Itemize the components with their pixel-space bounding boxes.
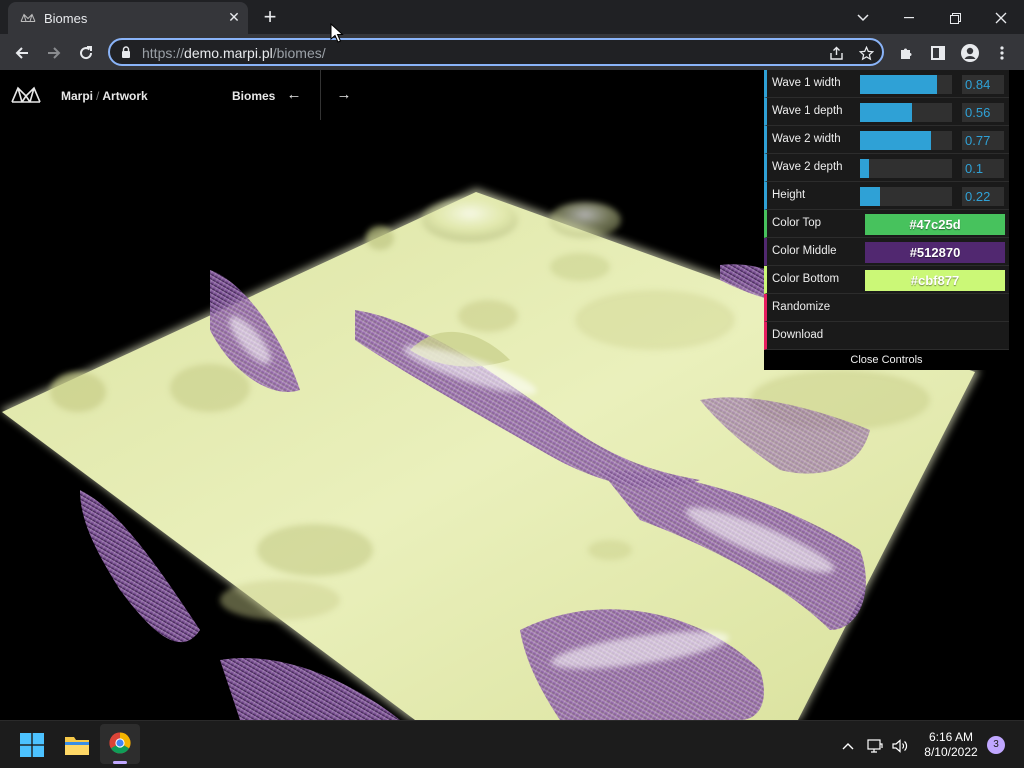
chrome-active-indicator: [113, 761, 127, 764]
forward-icon[interactable]: [42, 40, 66, 64]
profile-avatar-icon[interactable]: [958, 40, 982, 64]
minimize-window-icon[interactable]: [886, 4, 932, 30]
new-tab-button[interactable]: +: [258, 6, 282, 28]
web-page: Marpi / Artwork Biomes ← → Wave 1 width 0.8…: [0, 70, 1024, 720]
color-picker-input[interactable]: #512870: [865, 242, 1005, 263]
address-bar[interactable]: https://demo.marpi.pl/biomes/: [108, 38, 884, 66]
slider-value-input[interactable]: 0.22: [962, 187, 1004, 206]
site-header: Marpi / Artwork Biomes ← →: [0, 70, 760, 120]
close-controls-button[interactable]: Close Controls: [764, 350, 1009, 370]
tab-title: Biomes: [44, 11, 88, 26]
action-label: Randomize: [772, 301, 831, 313]
show-hidden-icons-chevron-icon[interactable]: [838, 735, 858, 755]
color-row: Color Middle #512870: [764, 238, 1009, 266]
slider-track[interactable]: [860, 131, 952, 150]
color-label: Color Middle: [772, 245, 837, 257]
slider-label: Height: [772, 189, 806, 201]
slider-row: Wave 2 depth 0.1: [764, 154, 1009, 182]
randomize-button[interactable]: Randomize: [764, 294, 1009, 322]
windows-start-icon[interactable]: [20, 733, 44, 757]
slider-track[interactable]: [860, 75, 952, 94]
slider-label: Wave 2 depth: [772, 161, 843, 173]
marpi-logo-icon[interactable]: [10, 84, 42, 106]
share-icon[interactable]: [826, 43, 846, 63]
lock-icon[interactable]: [120, 46, 132, 58]
controls-panel: Wave 1 width 0.84 Wave 1 depth 0.56 Wave 2 w…: [764, 70, 1009, 370]
slider-value-input[interactable]: 0.56: [962, 103, 1004, 122]
slider-track[interactable]: [860, 103, 952, 122]
breadcrumb: Marpi / Artwork: [61, 89, 148, 103]
slider-fill: [860, 75, 938, 94]
taskbar: 6:16 AM 8/10/2022 3: [0, 720, 1024, 768]
previous-artwork-arrow-icon[interactable]: ←: [284, 85, 304, 105]
tab-search-chevron-icon[interactable]: [840, 4, 886, 30]
slider-fill: [860, 159, 870, 178]
extensions-puzzle-icon[interactable]: [894, 40, 918, 64]
close-window-icon[interactable]: [978, 4, 1024, 30]
clock-date: 8/10/2022: [924, 745, 978, 759]
browser-tab-biomes[interactable]: Biomes ✕: [8, 2, 248, 34]
page-title: Biomes: [232, 89, 276, 103]
reload-icon[interactable]: [74, 40, 98, 64]
slider-label: Wave 1 depth: [772, 105, 843, 117]
slider-track[interactable]: [860, 187, 952, 206]
side-panel-icon[interactable]: [926, 40, 950, 64]
browser-toolbar: https://demo.marpi.pl/biomes/: [0, 34, 1024, 70]
slider-row: Height 0.22: [764, 182, 1009, 210]
breadcrumb-artwork-link[interactable]: Artwork: [102, 89, 147, 103]
more-menu-icon[interactable]: [990, 40, 1014, 64]
slider-value-input[interactable]: 0.84: [962, 75, 1004, 94]
restore-window-icon[interactable]: [932, 4, 978, 30]
nav-divider: [320, 70, 321, 120]
slider-row: Wave 1 width 0.84: [764, 70, 1009, 98]
slider-row: Wave 2 width 0.77: [764, 126, 1009, 154]
chrome-icon[interactable]: [109, 732, 131, 754]
slider-value-input[interactable]: 0.77: [962, 131, 1004, 150]
slider-track[interactable]: [860, 159, 952, 178]
slider-fill: [860, 103, 912, 122]
marpi-logo-icon: [20, 13, 36, 22]
color-row: Color Bottom #cbf877: [764, 266, 1009, 294]
notification-badge[interactable]: 3: [987, 736, 1005, 754]
slider-value-input[interactable]: 0.1: [962, 159, 1004, 178]
bookmark-star-icon[interactable]: [856, 43, 876, 63]
tab-close-icon[interactable]: ✕: [226, 9, 242, 25]
system-clock[interactable]: 6:16 AM 8/10/2022: [916, 730, 986, 760]
action-label: Download: [772, 329, 824, 341]
volume-icon[interactable]: [890, 735, 910, 755]
file-explorer-icon[interactable]: [64, 733, 90, 757]
slider-row: Wave 1 depth 0.56: [764, 98, 1009, 126]
color-picker-input[interactable]: #47c25d: [865, 214, 1005, 235]
slider-label: Wave 1 width: [772, 77, 841, 89]
breadcrumb-marpi-link[interactable]: Marpi: [61, 89, 93, 103]
next-artwork-arrow-icon[interactable]: →: [334, 85, 354, 105]
url-text[interactable]: https://demo.marpi.pl/biomes/: [142, 45, 326, 61]
color-picker-input[interactable]: #cbf877: [865, 270, 1005, 291]
slider-fill: [860, 187, 881, 206]
color-label: Color Bottom: [772, 273, 840, 285]
mouse-cursor-icon: [330, 23, 344, 43]
color-row: Color Top #47c25d: [764, 210, 1009, 238]
color-label: Color Top: [772, 217, 822, 229]
slider-label: Wave 2 width: [772, 133, 841, 145]
clock-time: 6:16 AM: [928, 730, 974, 744]
browser-tab-bar: Biomes ✕ +: [0, 0, 1024, 34]
network-icon[interactable]: [865, 735, 885, 755]
slider-fill: [860, 131, 931, 150]
download-button[interactable]: Download: [764, 322, 1009, 350]
back-icon[interactable]: [10, 40, 34, 64]
